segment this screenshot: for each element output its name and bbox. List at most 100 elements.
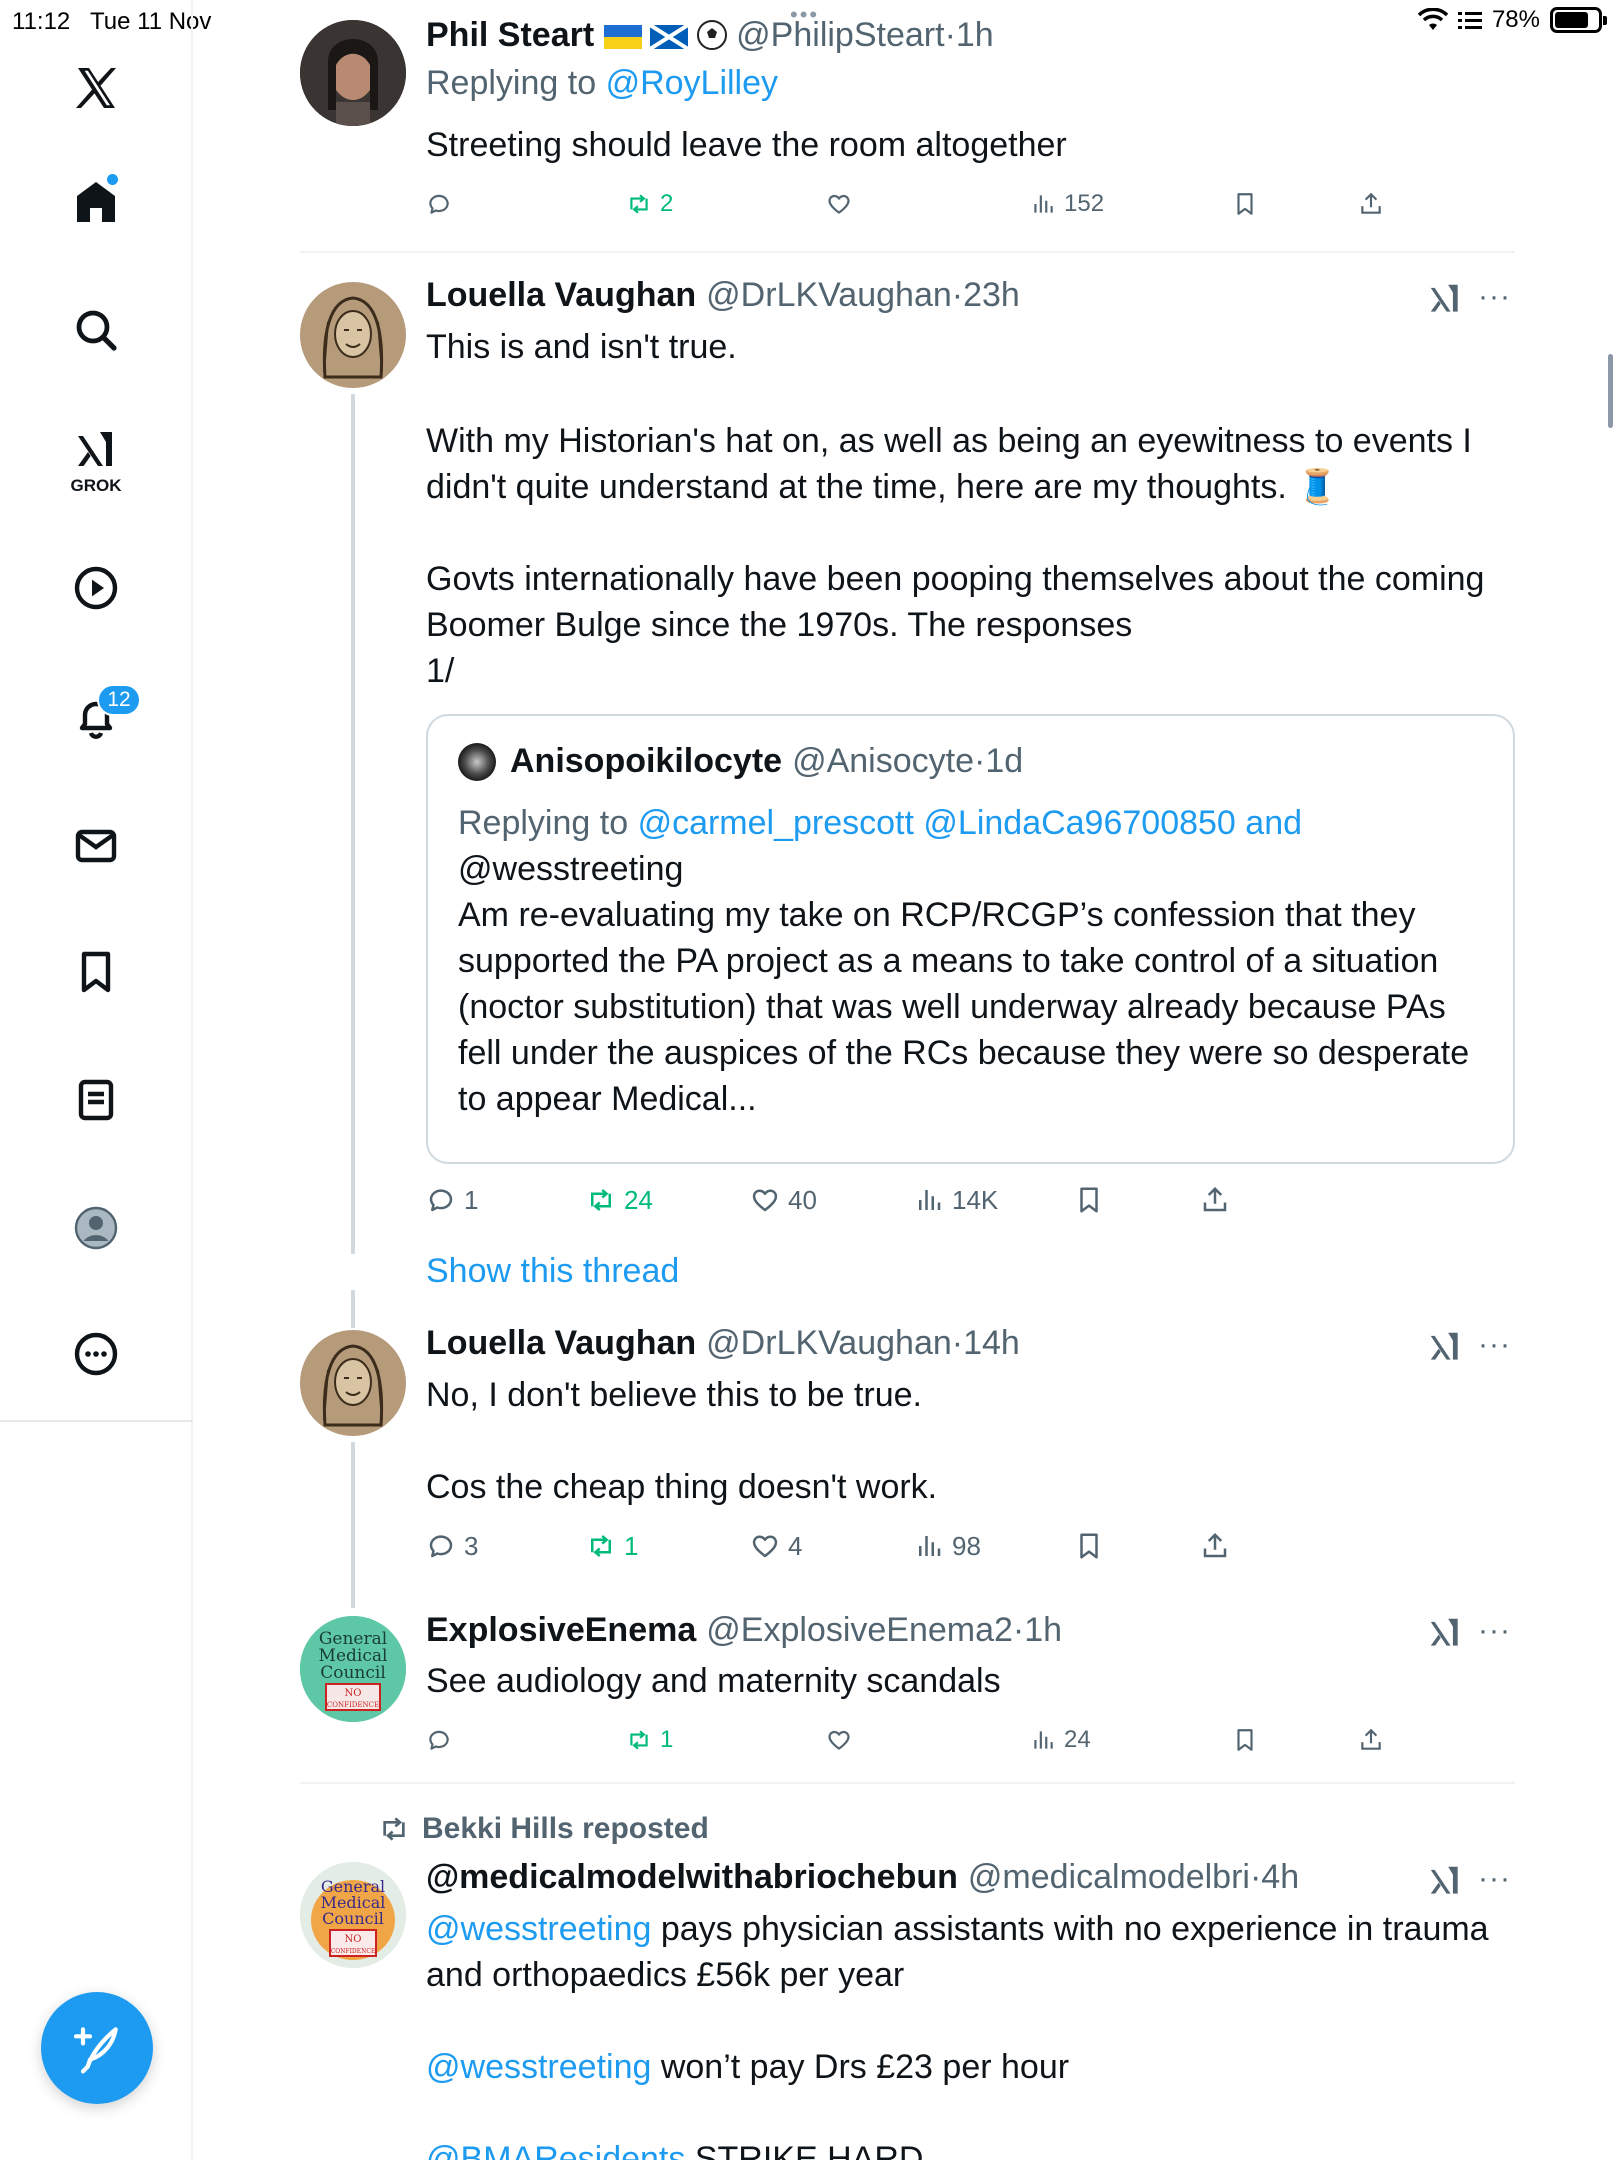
bookmark-button[interactable] [1232, 182, 1258, 226]
bookmark-icon [1080, 1533, 1098, 1559]
quoted-tweet[interactable]: Anisopoikilocyte @Anisocyte · 1d Replyin… [426, 714, 1515, 1164]
mention-link[interactable]: @wesstreeting [426, 1910, 651, 1948]
compose-icon [73, 2027, 118, 2074]
quote-timestamp[interactable]: 1d [985, 742, 1023, 781]
handle[interactable]: @medicalmodelbri [968, 1858, 1250, 1897]
repost-count: 1 [624, 1530, 639, 1561]
like-button[interactable] [826, 182, 860, 226]
reply-button[interactable] [426, 182, 460, 226]
avatar-text-4: NO [345, 1688, 362, 1699]
show-thread-link[interactable]: Show this thread [426, 1252, 679, 1291]
repost-count: 2 [660, 190, 674, 217]
share-button[interactable] [1358, 182, 1384, 226]
heart-icon [828, 1730, 850, 1750]
repost-icon [383, 1817, 405, 1841]
quote-replying-link-2[interactable]: @wesstreeting [458, 846, 1498, 892]
reply-button[interactable] [426, 1718, 460, 1762]
more-icon[interactable] [66, 1324, 126, 1384]
messages-icon[interactable] [66, 816, 126, 876]
views-button[interactable]: 24 [1030, 1718, 1091, 1762]
x-logo-icon[interactable] [66, 58, 126, 118]
avatar[interactable]: General Medical Council NO CONFIDENCE [300, 1862, 406, 1968]
repost-button[interactable]: 1 [626, 1718, 673, 1762]
lists-icon[interactable] [66, 1070, 126, 1130]
replying-to-link[interactable]: @RoyLilley [606, 64, 778, 102]
mention-link[interactable]: @BMAResidents [426, 2140, 685, 2160]
avatar[interactable] [300, 282, 406, 388]
repost-button[interactable]: 2 [626, 182, 673, 226]
reply-icon [429, 1189, 453, 1212]
handle[interactable]: @PhilipSteart [736, 16, 944, 55]
views-button[interactable]: 98 [914, 1524, 981, 1568]
avatar[interactable] [300, 1330, 406, 1436]
text-segment: won’t pay Drs £23 per hour [651, 2048, 1070, 2086]
reply-button[interactable]: 1 [426, 1178, 478, 1222]
timestamp[interactable]: 23h [963, 276, 1020, 315]
tweet-text-line-1: This is and isn't true. [426, 328, 737, 366]
share-button[interactable] [1200, 1524, 1230, 1568]
repost-icon [630, 194, 648, 214]
sidebar: GROK 12 [0, 0, 193, 2160]
display-name[interactable]: Louella Vaughan [426, 1324, 696, 1363]
bookmark-button[interactable] [1074, 1178, 1104, 1222]
more-options-icon[interactable]: ··· [1478, 1862, 1511, 1896]
timestamp[interactable]: 1h [956, 16, 994, 55]
battery-level [1555, 12, 1588, 28]
timestamp[interactable]: 14h [963, 1324, 1020, 1363]
grok-icon[interactable] [66, 420, 126, 480]
scrollbar[interactable] [1608, 354, 1613, 428]
mention-link[interactable]: @wesstreeting [426, 2048, 651, 2086]
timestamp[interactable]: 4h [1261, 1858, 1299, 1897]
grok-explain-icon[interactable] [1426, 1614, 1464, 1652]
tweet-text-line-2: Cos the cheap thing doesn't work. [426, 1468, 938, 1506]
quote-handle[interactable]: @Anisocyte [792, 742, 974, 781]
view-count: 98 [952, 1530, 981, 1561]
tweet-text-line-5: Boomer Bulge since the 1970s. The respon… [426, 606, 1133, 644]
more-options-icon[interactable]: ··· [1478, 1614, 1511, 1648]
like-button[interactable]: 4 [750, 1524, 802, 1568]
timestamp[interactable]: 1h [1024, 1611, 1062, 1650]
bookmark-button[interactable] [1074, 1524, 1104, 1568]
reply-button[interactable]: 3 [426, 1524, 478, 1568]
handle[interactable]: @DrLKVaughan [706, 276, 952, 315]
display-name[interactable]: ExplosiveEnema [426, 1611, 696, 1650]
display-name[interactable]: @medicalmodelwithabriochebun [426, 1858, 958, 1897]
display-name[interactable]: Phil Steart [426, 16, 594, 55]
handle[interactable]: @ExplosiveEnema2 [706, 1611, 1013, 1650]
more-options-icon[interactable]: ··· [1478, 1328, 1511, 1362]
quote-avatar[interactable] [458, 742, 496, 781]
tweet-actions: 1 24 40 14K [426, 1178, 1426, 1222]
quote-replying-links[interactable]: @carmel_prescott @LindaCa96700850 and [638, 804, 1302, 842]
repost-button[interactable]: 24 [586, 1178, 653, 1222]
quote-text-line-5: to appear Medical... [458, 1080, 757, 1118]
share-button[interactable] [1200, 1178, 1230, 1222]
bookmarks-icon[interactable] [66, 942, 126, 1002]
views-button[interactable]: 14K [914, 1178, 998, 1222]
repost-button[interactable]: 1 [586, 1524, 638, 1568]
quote-display-name[interactable]: Anisopoikilocyte [510, 742, 782, 781]
grok-explain-icon[interactable] [1426, 1328, 1464, 1366]
tweet-text-line-2: With my Historian's hat on, as well as b… [426, 422, 1472, 460]
display-name[interactable]: Louella Vaughan [426, 276, 696, 315]
grok-explain-icon[interactable] [1426, 280, 1464, 318]
share-button[interactable] [1358, 1718, 1384, 1762]
bookmark-button[interactable] [1232, 1718, 1258, 1762]
search-icon[interactable] [66, 300, 126, 360]
quote-text-line-2: supported the PA project as a means to t… [458, 942, 1439, 980]
views-icon [919, 1536, 941, 1556]
grok-explain-icon[interactable] [1426, 1862, 1464, 1900]
more-options-icon[interactable]: ··· [1478, 280, 1511, 314]
tweet-divider [300, 251, 1515, 253]
handle[interactable]: @DrLKVaughan [706, 1324, 952, 1363]
avatar[interactable] [300, 20, 406, 126]
text-segment: STRIKE HARD [685, 2140, 924, 2160]
like-button[interactable] [826, 1718, 860, 1762]
views-button[interactable]: 152 [1030, 182, 1104, 226]
profile-icon[interactable] [66, 1198, 126, 1258]
video-icon[interactable] [66, 558, 126, 618]
heart-icon [828, 194, 850, 214]
compose-button[interactable] [41, 1992, 153, 2104]
like-button[interactable]: 40 [750, 1178, 817, 1222]
reposted-by[interactable]: Bekki Hills reposted [422, 1812, 709, 1846]
avatar[interactable]: General Medical Council NO CONFIDENCE [300, 1616, 406, 1722]
